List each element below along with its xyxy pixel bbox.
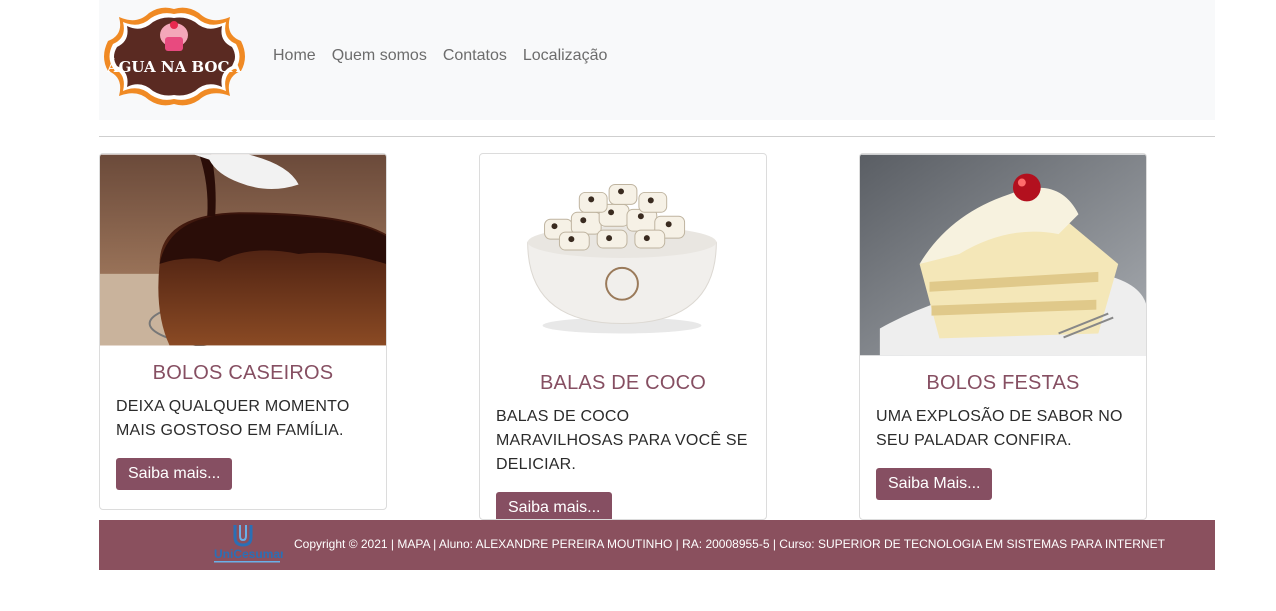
- saiba-mais-button[interactable]: Saiba Mais...: [876, 468, 993, 500]
- brand-logo[interactable]: ÁGUA NA BOCA: [99, 5, 250, 108]
- navbar: ÁGUA NA BOCA Home Quem somos Contatos Lo…: [99, 0, 1215, 120]
- card-text: DEIXA QUALQUER MOMENTO MAIS GOSTOSO EM F…: [116, 398, 350, 439]
- card-title: BOLOS CASEIROS: [152, 362, 334, 384]
- unicesumar-logo: UniCesumar: [214, 525, 283, 563]
- product-card-bolos-caseiros: BOLOS CASEIROS DEIXA QUALQUER MOMENTO MA…: [99, 153, 387, 510]
- header-divider: [99, 136, 1215, 137]
- card-title: BALAS DE COCO: [540, 372, 706, 394]
- product-card-balas-de-coco: BALAS DE COCO BALAS DE COCO MARAVILHOSAS…: [479, 153, 767, 520]
- product-card-bolos-festas: BOLOS FESTAS UMA EXPLOSÃO DE SABOR NO SE…: [859, 153, 1147, 520]
- card-text: UMA EXPLOSÃO DE SABOR NO SEU PALADAR CON…: [876, 408, 1123, 449]
- saiba-mais-button[interactable]: Saiba mais...: [496, 492, 613, 519]
- balas-de-coco-image: [480, 154, 766, 356]
- nav-item-home[interactable]: Home: [273, 47, 316, 65]
- bolo-festa-image: [860, 154, 1146, 356]
- nav-item-contatos[interactable]: Contatos: [443, 47, 507, 65]
- brand-logo-text: ÁGUA NA BOCA: [106, 58, 241, 76]
- footer-copyright: Copyright © 2021 | MAPA | Aluno: ALEXAND…: [294, 537, 1165, 551]
- nav-item-localizacao[interactable]: Localização: [523, 47, 608, 65]
- nav-item-quem-somos[interactable]: Quem somos: [332, 47, 427, 65]
- card-title: BOLOS FESTAS: [926, 372, 1080, 394]
- saiba-mais-button[interactable]: Saiba mais...: [116, 458, 233, 490]
- bolo-caseiro-image: [100, 154, 386, 346]
- nav-menu: Home Quem somos Contatos Localização: [273, 47, 623, 65]
- card-text: BALAS DE COCO MARAVILHOSAS PARA VOCÊ SE …: [496, 408, 748, 473]
- footer-logo-text: UniCesumar: [214, 547, 283, 561]
- footer: UniCesumar Copyright © 2021 | MAPA | Alu…: [99, 520, 1215, 570]
